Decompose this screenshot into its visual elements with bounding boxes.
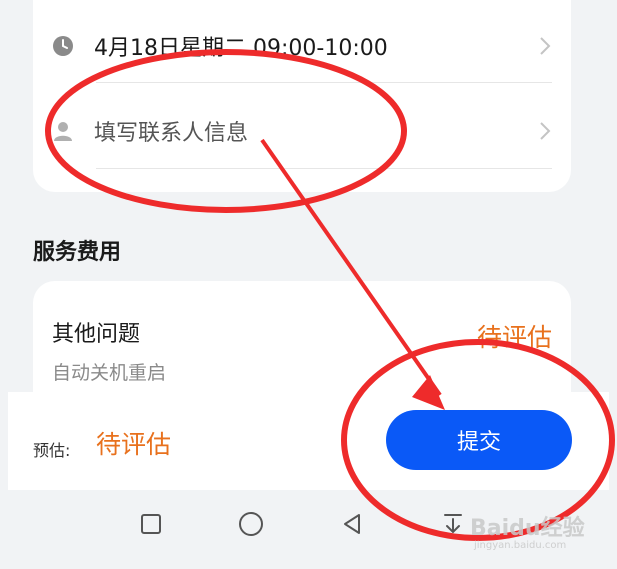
fee-item-title: 其他问题: [52, 322, 141, 347]
square-nav-icon[interactable]: [135, 508, 167, 540]
appointment-time-text: 4月18日星期二 09:00-10:00: [94, 36, 388, 61]
triangle-back-icon[interactable]: [336, 508, 368, 540]
fee-item-desc: 自动关机重启: [52, 362, 167, 384]
appointment-time-row[interactable]: 4月18日星期二 09:00-10:00: [52, 16, 552, 76]
service-fee-title: 服务费用: [33, 240, 122, 265]
baidu-watermark-logo: Baidu经验: [470, 516, 585, 541]
circle-home-icon[interactable]: [235, 508, 267, 540]
divider: [96, 168, 552, 169]
estimate-value: 待评估: [96, 430, 172, 459]
clock-icon: [52, 35, 74, 57]
chevron-right-icon: [538, 120, 552, 142]
download-icon[interactable]: [437, 508, 469, 540]
submit-button[interactable]: 提交: [386, 410, 572, 470]
person-icon: [52, 120, 74, 142]
contact-info-row[interactable]: 填写联系人信息: [52, 101, 552, 161]
fee-item-price: 待评估: [476, 323, 552, 352]
contact-info-text: 填写联系人信息: [94, 121, 249, 146]
estimate-label: 预估:: [33, 441, 71, 460]
baidu-watermark-url: jingyan.baidu.com: [474, 540, 567, 551]
divider: [96, 82, 552, 83]
chevron-right-icon: [538, 35, 552, 57]
